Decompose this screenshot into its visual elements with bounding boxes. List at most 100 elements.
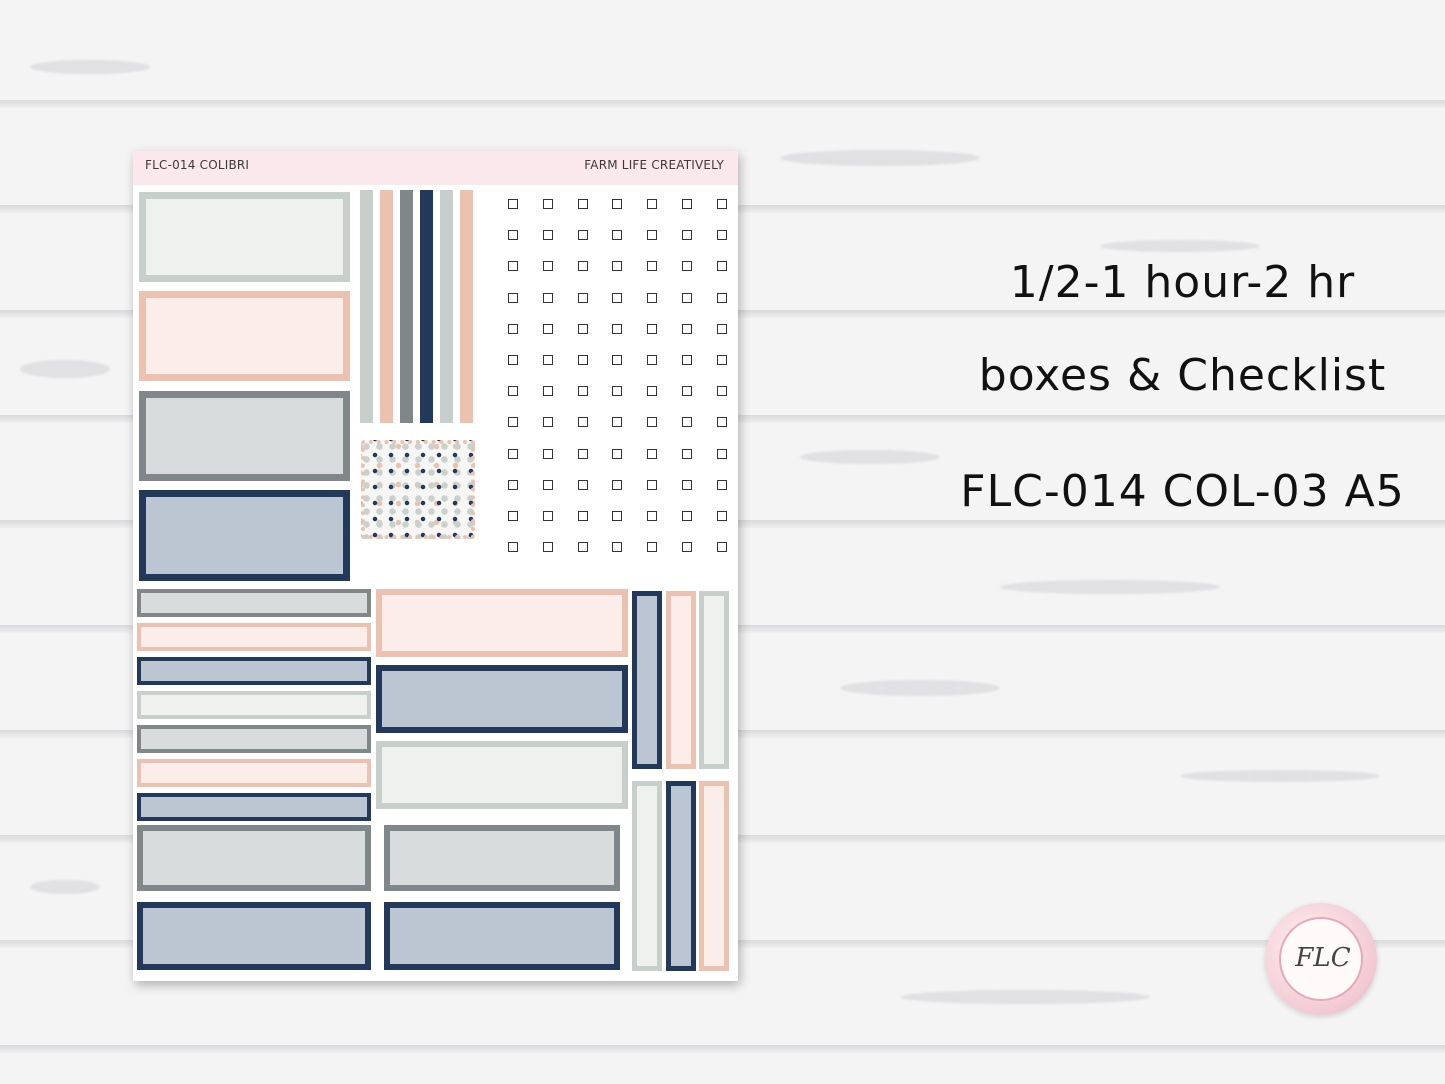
sticker-strip-peach: [137, 759, 371, 787]
stripe-peach: [460, 190, 473, 423]
checkbox: [682, 386, 692, 397]
checkbox: [508, 417, 518, 428]
checkbox: [716, 448, 727, 459]
checkbox: [682, 448, 692, 459]
checkbox: [682, 417, 692, 428]
sticker-strip-peach: [137, 623, 371, 651]
sticker-tall-peach: [666, 591, 696, 769]
checkbox: [577, 448, 588, 459]
checkbox: [716, 292, 727, 303]
checkbox: [508, 355, 518, 365]
sticker-sheet: FLC-014 COLIBRI FARM LIFE CREATIVELY: [133, 151, 738, 981]
checkbox: [508, 448, 518, 459]
sticker-tall-peach: [699, 781, 729, 971]
logo-initials: FLC: [1295, 943, 1351, 973]
checkbox: [716, 355, 727, 365]
sticker-box-sage: [376, 741, 628, 809]
checkbox: [542, 292, 553, 303]
checkbox: [542, 542, 553, 553]
checkbox: [647, 199, 658, 209]
wood-texture: [1180, 770, 1380, 782]
checkbox: [508, 511, 518, 521]
sticker-box-gray: [137, 825, 371, 891]
checkbox: [577, 511, 588, 521]
checkbox: [612, 230, 623, 241]
checkbox: [542, 230, 553, 241]
checkbox: [716, 479, 727, 490]
sticker-box-navy: [137, 902, 371, 970]
checkbox: [682, 479, 692, 490]
stripe-navy: [420, 190, 433, 423]
checkbox: [542, 417, 553, 428]
stripe-gray: [400, 190, 413, 423]
checkbox: [508, 199, 518, 209]
checkbox: [508, 542, 518, 553]
checkbox: [612, 323, 623, 334]
stripe-sage: [440, 190, 453, 423]
checkbox: [508, 261, 518, 272]
checkbox: [577, 479, 588, 490]
checkbox: [542, 261, 553, 272]
checkbox: [577, 230, 588, 241]
checkbox: [508, 386, 518, 397]
checkbox: [612, 417, 623, 428]
checkbox: [612, 261, 623, 272]
checkbox: [542, 355, 553, 365]
checkbox: [577, 386, 588, 397]
sticker-tall-sage: [632, 781, 662, 971]
sticker-strip-navy: [137, 657, 371, 685]
sticker-box-gray: [139, 391, 350, 481]
sheet-header: FLC-014 COLIBRI FARM LIFE CREATIVELY: [133, 151, 738, 185]
checkbox: [542, 448, 553, 459]
checkbox: [542, 479, 553, 490]
flc-logo: FLC: [1265, 903, 1377, 1015]
sticker-box-gray: [384, 825, 620, 891]
sticker-strip-gray: [137, 725, 371, 753]
checkbox: [647, 230, 658, 241]
checkbox: [682, 355, 692, 365]
checkbox: [612, 355, 623, 365]
checkbox: [612, 292, 623, 303]
checkbox: [647, 355, 658, 365]
checkbox: [612, 386, 623, 397]
sticker-box-navy: [384, 902, 620, 970]
product-code-line: FLC-014 COL-03 A5: [960, 466, 1405, 517]
checkbox: [682, 542, 692, 553]
floral-pattern-box: [361, 440, 475, 539]
checkbox: [612, 511, 623, 521]
wood-texture: [900, 990, 1150, 1004]
checkbox: [647, 417, 658, 428]
checkbox: [612, 199, 623, 209]
checkbox: [647, 448, 658, 459]
checkbox: [647, 292, 658, 303]
checkbox: [542, 386, 553, 397]
checkbox: [716, 261, 727, 272]
checkbox: [577, 323, 588, 334]
sticker-tall-navy: [632, 591, 662, 769]
wood-texture: [840, 680, 1000, 696]
checkbox: [647, 386, 658, 397]
wood-texture: [30, 60, 150, 74]
checkbox: [716, 511, 727, 521]
checkbox: [682, 261, 692, 272]
sticker-box-sage: [139, 192, 350, 282]
sticker-box-peach: [376, 589, 628, 657]
sticker-box-navy: [376, 665, 628, 733]
wood-texture: [30, 880, 100, 894]
wood-texture: [780, 150, 980, 166]
sticker-tall-sage: [699, 591, 729, 769]
checkbox: [612, 542, 623, 553]
sticker-strip-sage: [137, 691, 371, 719]
stripe-peach: [380, 190, 393, 423]
product-title-line2: boxes & Checklist: [978, 350, 1387, 401]
checkbox: [508, 323, 518, 334]
plank-seam: [0, 1045, 1445, 1053]
plank-seam: [0, 100, 1445, 108]
checkbox: [508, 479, 518, 490]
checkbox: [682, 199, 692, 209]
checkbox: [716, 230, 727, 241]
sheet-code-label: FLC-014 COLIBRI: [145, 158, 250, 172]
checkbox: [716, 199, 727, 209]
checkbox: [612, 448, 623, 459]
checkbox: [612, 479, 623, 490]
